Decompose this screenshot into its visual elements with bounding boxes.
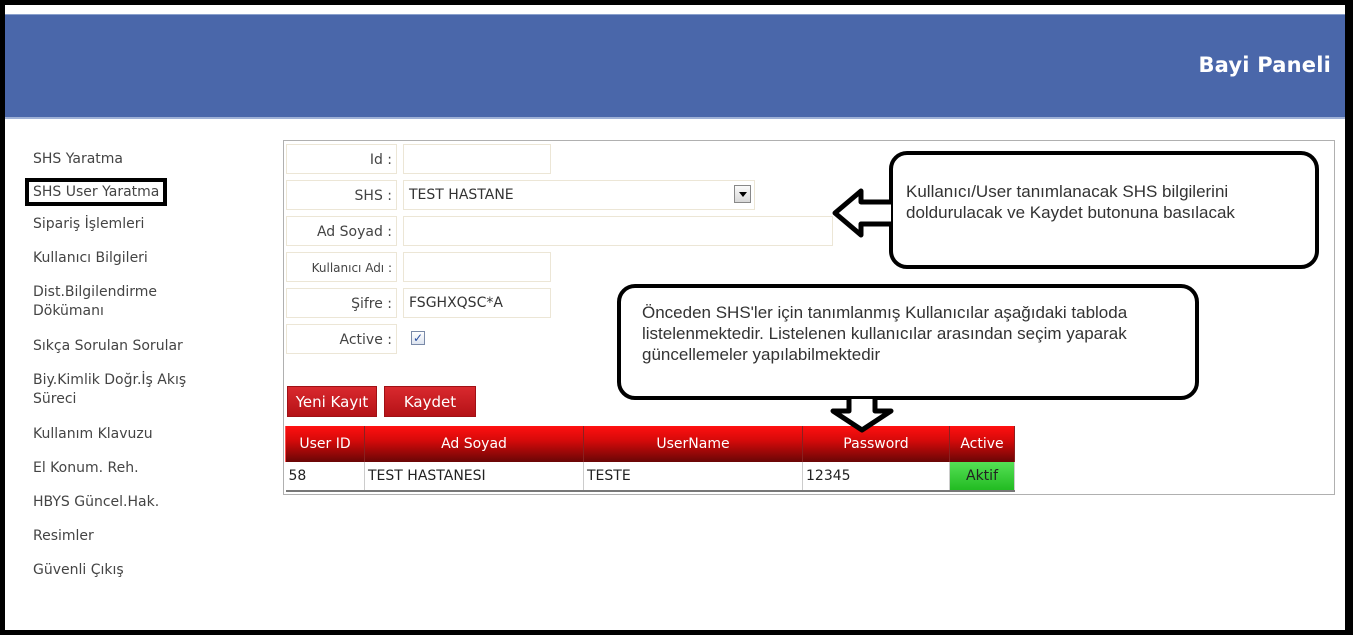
col-ad-soyad[interactable]: Ad Soyad <box>364 426 584 462</box>
sidebar-item-dist-bilgilendirme[interactable]: Dist.Bilgilendirme Dökümanı <box>33 280 203 324</box>
id-field[interactable] <box>403 144 551 174</box>
shs-selected-value: TEST HASTANE <box>409 187 514 203</box>
sidebar: SHS Yaratma SHS User Yaratma Sipariş İşl… <box>24 147 273 592</box>
active-label: Active : <box>286 324 397 354</box>
arrow-down-icon <box>830 399 894 433</box>
sidebar-item-siparis-islemleri[interactable]: Sipariş İşlemleri <box>33 212 273 236</box>
kullanici-adi-label: Kullanıcı Adı : <box>286 252 397 282</box>
annotation-callout-form: Kullanıcı/User tanımlanacak SHS bilgiler… <box>889 151 1319 269</box>
arrow-left-icon <box>832 188 891 238</box>
cell-user-id: 58 <box>285 462 365 492</box>
status-badge: Aktif <box>949 462 1015 492</box>
sidebar-item-sikca-sorulan-sorular[interactable]: Sıkça Sorulan Sorular <box>33 334 273 358</box>
id-label: Id : <box>286 144 397 174</box>
sidebar-item-kullanici-bilgileri[interactable]: Kullanıcı Bilgileri <box>33 246 273 270</box>
sidebar-item-guvenli-cikis[interactable]: Güvenli Çıkış <box>33 558 273 582</box>
cell-ad-soyad: TEST HASTANESI <box>364 462 584 492</box>
sifre-field[interactable] <box>403 288 551 318</box>
save-button[interactable]: Kaydet <box>384 386 476 417</box>
col-user-id[interactable]: User ID <box>285 426 365 462</box>
sidebar-item-shs-yaratma[interactable]: SHS Yaratma <box>33 147 273 171</box>
chevron-down-icon[interactable] <box>734 185 751 203</box>
ad-soyad-label: Ad Soyad : <box>286 216 397 246</box>
cell-username: TESTE <box>583 462 803 492</box>
users-table: User ID Ad Soyad UserName Password Activ… <box>285 426 1015 492</box>
col-username[interactable]: UserName <box>583 426 803 462</box>
sidebar-item-kullanim-klavuzu[interactable]: Kullanım Klavuzu <box>33 422 273 446</box>
table-row[interactable]: 58 TEST HASTANESI TESTE 12345 Aktif <box>285 462 1015 492</box>
col-active[interactable]: Active <box>949 426 1015 462</box>
kullanici-adi-field[interactable] <box>403 252 551 282</box>
sidebar-item-resimler[interactable]: Resimler <box>33 524 273 548</box>
sidebar-item-el-konum[interactable]: El Konum. Reh. <box>33 456 273 480</box>
sidebar-item-shs-user-yaratma[interactable]: SHS User Yaratma <box>24 178 168 206</box>
table-header-row: User ID Ad Soyad UserName Password Activ… <box>285 426 1015 462</box>
page-title: Bayi Paneli <box>1198 53 1331 77</box>
new-record-button[interactable]: Yeni Kayıt <box>287 386 377 417</box>
cell-password: 12345 <box>802 462 950 492</box>
header-banner: Bayi Paneli <box>5 14 1345 119</box>
shs-label: SHS : <box>286 180 397 210</box>
page: Bayi Paneli SHS Yaratma SHS User Yaratma… <box>5 5 1345 630</box>
active-checkbox[interactable]: ✓ <box>411 331 425 345</box>
sifre-label: Şifre : <box>286 288 397 318</box>
annotation-callout-table: Önceden SHS'ler için tanımlanmış Kullanı… <box>617 284 1199 400</box>
ad-soyad-field[interactable] <box>403 216 833 246</box>
sidebar-item-hbys-guncel[interactable]: HBYS Güncel.Hak. <box>33 490 273 514</box>
shs-select[interactable]: TEST HASTANE <box>403 180 755 210</box>
sidebar-item-biy-kimlik[interactable]: Biy.Kimlik Doğr.İş Akış Süreci <box>33 368 233 412</box>
